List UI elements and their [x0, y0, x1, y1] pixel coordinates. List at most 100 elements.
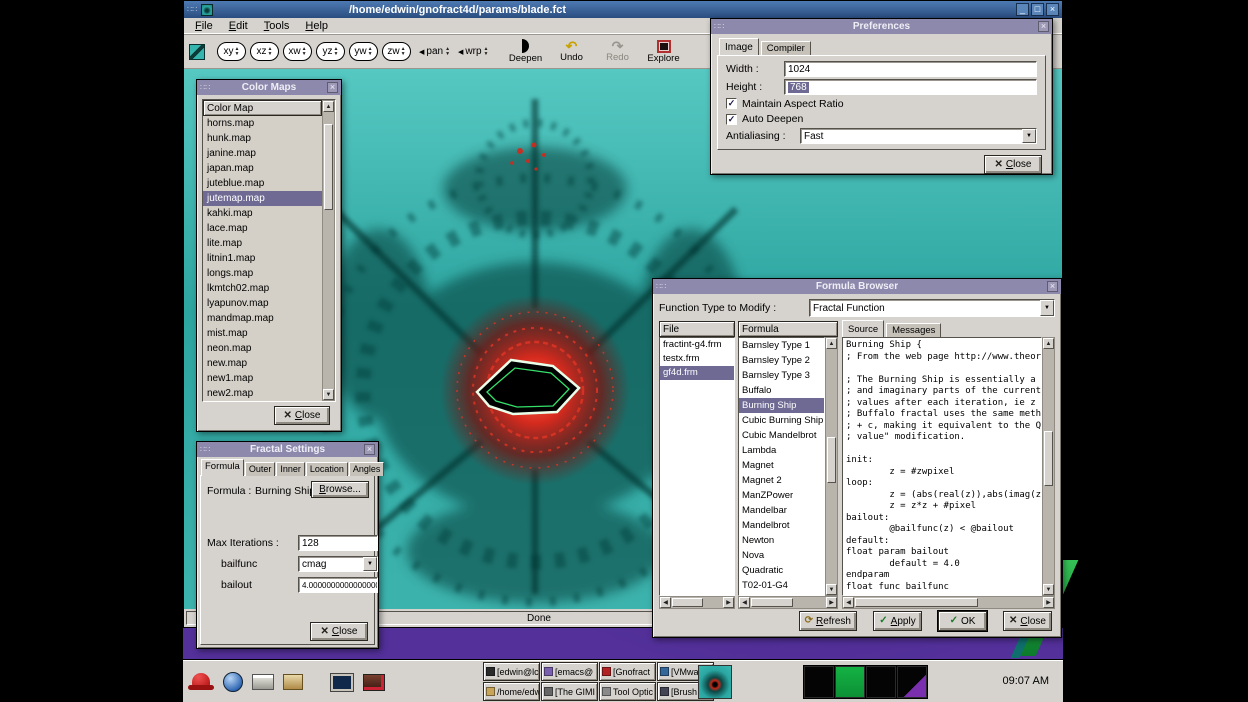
scrollbar-trough[interactable] — [750, 597, 826, 608]
browse-button[interactable]: Browse... — [311, 481, 369, 498]
max-iterations-input[interactable]: 128 — [298, 535, 378, 551]
vertical-scrollbar[interactable]: ▲ ▼ — [322, 100, 335, 401]
close-button[interactable]: ✕ Close — [1003, 611, 1052, 631]
height-input[interactable]: 768 — [784, 79, 1037, 95]
formula-column-header[interactable]: Formula — [738, 321, 838, 337]
dropdown-icon[interactable]: ▼ — [363, 557, 377, 571]
axis-button-xy[interactable]: xy▲▼ — [217, 42, 246, 61]
workspace-button-3[interactable] — [866, 666, 896, 698]
tab-compiler[interactable]: Compiler — [761, 41, 811, 55]
scroll-left-icon[interactable]: ◀ — [660, 597, 671, 608]
menu-file[interactable]: File — [187, 19, 221, 33]
file-item-selected[interactable]: gf4d.frm — [660, 366, 734, 380]
maximize-icon[interactable]: □ — [1031, 3, 1044, 16]
axis-button-yw[interactable]: yw▲▼ — [349, 42, 378, 61]
tab-messages[interactable]: Messages — [886, 323, 941, 337]
formula-item-selected[interactable]: Burning Ship — [739, 398, 824, 413]
scrollbar-trough[interactable] — [671, 597, 723, 608]
horizontal-scrollbar[interactable]: ◀ ▶ — [842, 596, 1055, 609]
close-window-icon[interactable]: × — [327, 82, 338, 93]
spinner-icon[interactable]: ▲▼ — [484, 47, 489, 56]
colormap-item[interactable]: new2.map — [203, 386, 322, 401]
task-button[interactable]: [edwin@lc — [483, 662, 540, 681]
task-button[interactable]: [The GIMI — [541, 682, 598, 701]
formula-item[interactable]: Barnsley Type 3 — [739, 368, 824, 383]
scrollbar-trough[interactable] — [854, 597, 1043, 608]
horizontal-scrollbar[interactable]: ◀ ▶ — [659, 596, 735, 609]
close-window-icon[interactable]: × — [1047, 281, 1058, 292]
task-button[interactable]: [emacs@ — [541, 662, 598, 681]
scrollbar-thumb[interactable] — [1044, 431, 1053, 486]
formula-item[interactable]: Cubic Burning Ship — [739, 413, 824, 428]
formula-item[interactable]: T02-01-G4 — [739, 578, 824, 593]
spinner-icon[interactable]: ▲▼ — [268, 47, 273, 56]
menu-edit[interactable]: Edit — [221, 19, 256, 33]
axis-button-yz[interactable]: yz▲▼ — [316, 42, 345, 61]
tab-inner[interactable]: Inner — [276, 462, 305, 476]
workspace-button-2[interactable] — [835, 666, 865, 698]
horizontal-scrollbar[interactable]: ◀ ▶ — [738, 596, 838, 609]
scroll-left-icon[interactable]: ◀ — [843, 597, 854, 608]
package-icon[interactable] — [283, 674, 303, 690]
formula-item[interactable]: Cubic Mandelbrot — [739, 428, 824, 443]
colormap-item-selected[interactable]: jutemap.map — [203, 191, 322, 206]
tab-formula[interactable]: Formula — [201, 459, 244, 476]
colormap-item[interactable]: mandmap.map — [203, 311, 322, 326]
close-window-icon[interactable]: × — [1038, 21, 1049, 32]
pan-control[interactable]: ◀pan▲▼ — [419, 46, 450, 57]
spinner-icon[interactable]: ▲▼ — [445, 47, 450, 56]
colormap-column-header[interactable]: Color Map — [203, 100, 322, 116]
formula-source-text[interactable]: Burning Ship { ; From the web page http:… — [842, 337, 1042, 596]
colormap-item[interactable]: neon.map — [203, 341, 322, 356]
formula-item[interactable]: ManZPower — [739, 488, 824, 503]
scrollbar-trough[interactable] — [323, 112, 334, 389]
formula-item[interactable]: Barnsley Type 2 — [739, 353, 824, 368]
redo-button[interactable]: ↷ Redo — [597, 36, 639, 68]
formula-item[interactable]: Barnsley Type 1 — [739, 338, 824, 353]
scrollbar-thumb[interactable] — [751, 598, 793, 607]
undo-button[interactable]: ↶ Undo — [551, 36, 593, 68]
colormap-item[interactable]: juteblue.map — [203, 176, 322, 191]
colormap-item[interactable]: longs.map — [203, 266, 322, 281]
scroll-down-icon[interactable]: ▼ — [323, 389, 334, 400]
menu-help[interactable]: Help — [297, 19, 336, 33]
colormap-item[interactable]: mist.map — [203, 326, 322, 341]
colormap-item[interactable]: litnin1.map — [203, 251, 322, 266]
maintain-aspect-checkbox[interactable]: ✓ Maintain Aspect Ratio — [726, 97, 1037, 111]
scrollbar-trough[interactable] — [1043, 349, 1054, 584]
colormap-item[interactable]: kahki.map — [203, 206, 322, 221]
preferences-titlebar[interactable]: ∷∷ Preferences × — [711, 19, 1052, 34]
scrollbar-thumb[interactable] — [324, 124, 333, 210]
fractal-thumbnail[interactable] — [698, 665, 732, 699]
formula-item[interactable]: Lambda — [739, 443, 824, 458]
explore-button[interactable]: Explore — [643, 36, 685, 68]
bailfunc-select[interactable]: cmag ▼ — [298, 556, 378, 572]
axis-button-xz[interactable]: xz▲▼ — [250, 42, 279, 61]
dropdown-icon[interactable]: ▼ — [1022, 129, 1036, 143]
menu-tools[interactable]: Tools — [256, 19, 298, 33]
colormap-item[interactable]: new1.map — [203, 371, 322, 386]
formula-item[interactable]: Newton — [739, 533, 824, 548]
bailout-input[interactable]: 4.00000000000000000 — [298, 577, 378, 593]
auto-deepen-checkbox[interactable]: ✓ Auto Deepen — [726, 113, 1037, 127]
vertical-scrollbar[interactable]: ▲ ▼ — [825, 337, 838, 596]
colormap-item[interactable]: hunk.map — [203, 131, 322, 146]
formula-item[interactable]: Buffalo — [739, 383, 824, 398]
file-item[interactable]: testx.frm — [660, 352, 734, 366]
dropdown-icon[interactable]: ▼ — [1040, 300, 1054, 316]
warp-control[interactable]: ◀wrp▲▼ — [458, 46, 488, 57]
terminal-launcher-icon[interactable] — [330, 673, 354, 692]
refresh-button[interactable]: ⟳ Refresh — [799, 611, 857, 631]
task-button[interactable]: Tool Optic — [599, 682, 656, 701]
ok-button[interactable]: ✓ OK — [938, 611, 987, 631]
scroll-left-icon[interactable]: ◀ — [739, 597, 750, 608]
axis-button-xw[interactable]: xw▲▼ — [283, 42, 312, 61]
tab-source[interactable]: Source — [842, 320, 884, 337]
close-button[interactable]: ✕ Close — [274, 406, 330, 425]
tab-outer[interactable]: Outer — [245, 462, 276, 476]
colormap-item[interactable]: lace.map — [203, 221, 322, 236]
close-window-icon[interactable]: × — [364, 444, 375, 455]
apply-button[interactable]: ✓ Apply — [873, 611, 922, 631]
deepen-button[interactable]: Deepen — [505, 36, 547, 68]
scroll-down-icon[interactable]: ▼ — [826, 584, 837, 595]
